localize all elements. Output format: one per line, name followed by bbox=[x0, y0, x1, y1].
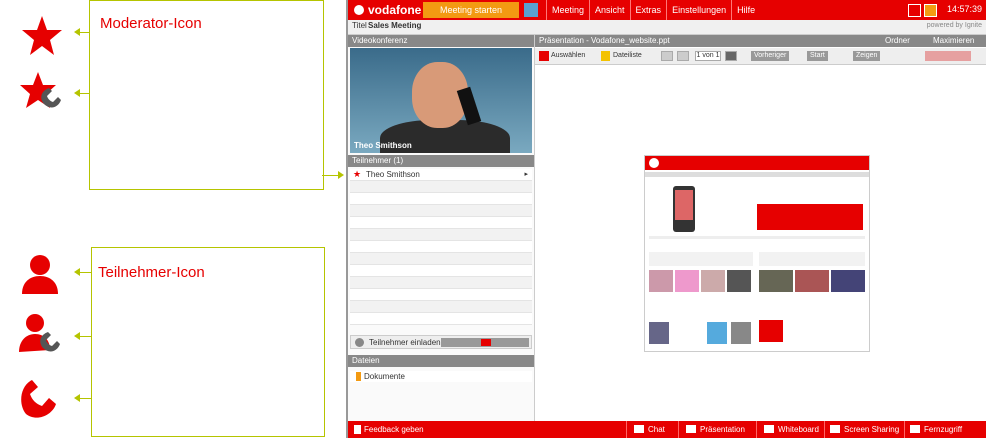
file-name: Dokumente bbox=[364, 372, 405, 381]
whiteboard-icon bbox=[764, 425, 774, 433]
empty-row bbox=[350, 193, 532, 205]
whiteboard-button[interactable]: Whiteboard bbox=[778, 424, 819, 435]
feedback-icon bbox=[354, 425, 361, 434]
screen-sharing-icon bbox=[830, 425, 840, 433]
menu-item-extras[interactable]: Extras bbox=[629, 0, 667, 20]
powered-by-label: powered by Ignite bbox=[926, 22, 982, 29]
file-list-button[interactable]: Dateiliste bbox=[613, 51, 642, 61]
window-icon[interactable] bbox=[908, 4, 921, 17]
empty-row bbox=[350, 181, 532, 193]
bottom-bar: Feedback geben Chat Präsentation Whitebo… bbox=[348, 421, 986, 438]
video-caption: Theo Smithson bbox=[354, 141, 412, 150]
presentation-title: Präsentation - Vodafone_website.ppt bbox=[539, 36, 670, 45]
presentation-button[interactable]: Präsentation bbox=[700, 424, 745, 435]
status-icon bbox=[524, 3, 538, 17]
next-page-button[interactable] bbox=[725, 51, 737, 61]
left-panel: Videokonferenz Theo Smithson Teilnehmer … bbox=[348, 35, 535, 421]
menu-item-hilfe[interactable]: Hilfe bbox=[731, 0, 760, 20]
meeting-name: Sales Meeting bbox=[368, 21, 422, 30]
folder-button[interactable]: Ordner bbox=[885, 36, 910, 45]
file-list-icon bbox=[601, 51, 610, 61]
empty-row bbox=[350, 313, 532, 325]
main-menu: Meeting Ansicht Extras Einstellungen Hil… bbox=[546, 0, 760, 20]
participants-header: Teilnehmer (1) bbox=[348, 155, 534, 167]
vodafone-logo: vodafone bbox=[354, 3, 421, 17]
remote-access-button[interactable]: Fernzugriff bbox=[924, 424, 962, 435]
participant-person-icon bbox=[18, 252, 62, 296]
select-button[interactable]: Auswählen bbox=[551, 51, 585, 61]
empty-row bbox=[350, 253, 532, 265]
meeting-title-bar: Titel Sales Meeting powered by Ignite bbox=[348, 20, 986, 35]
top-menu-bar: vodafone Meeting starten Meeting Ansicht… bbox=[348, 0, 986, 20]
chat-button[interactable]: Chat bbox=[648, 424, 665, 435]
empty-row bbox=[350, 301, 532, 313]
menu-item-einstellungen[interactable]: Einstellungen bbox=[666, 0, 731, 20]
empty-row bbox=[350, 205, 532, 217]
empty-row bbox=[350, 265, 532, 277]
participant-name: Theo Smithson bbox=[366, 170, 420, 179]
files-header: Dateien bbox=[348, 355, 534, 367]
participant-phone-icon bbox=[18, 312, 62, 356]
invite-participant-bar: Teilnehmer einladen bbox=[350, 335, 532, 349]
empty-row bbox=[350, 289, 532, 301]
feedback-button[interactable]: Feedback geben bbox=[364, 424, 424, 435]
folder-icon bbox=[356, 372, 361, 381]
show-button[interactable]: Zeigen bbox=[853, 51, 881, 61]
select-icon bbox=[539, 51, 549, 61]
moderator-callout-label: Moderator-Icon bbox=[100, 15, 202, 32]
participant-callout-box: Teilnehmer-Icon bbox=[91, 247, 325, 437]
previous-button[interactable]: Vorheriger bbox=[751, 51, 790, 61]
prev-page-button[interactable] bbox=[661, 51, 673, 61]
video-feed: Theo Smithson bbox=[350, 48, 532, 153]
phone-handset-icon bbox=[18, 376, 62, 420]
chat-icon bbox=[634, 425, 644, 433]
start-button[interactable]: Start bbox=[807, 51, 828, 61]
presentation-slide[interactable] bbox=[644, 155, 870, 352]
invite-label: Teilnehmer einladen bbox=[369, 338, 441, 347]
presentation-header: Präsentation - Vodafone_website.ppt Ordn… bbox=[535, 35, 986, 47]
moderator-phone-icon bbox=[20, 70, 64, 114]
participant-callout-label: Teilnehmer-Icon bbox=[98, 264, 205, 281]
empty-row bbox=[350, 241, 532, 253]
moderator-callout-box: Moderator-Icon bbox=[89, 0, 324, 190]
remote-access-icon bbox=[910, 425, 920, 433]
conference-app-window: vodafone Meeting starten Meeting Ansicht… bbox=[346, 0, 986, 438]
clock: 14:57:39 bbox=[946, 4, 982, 14]
presentation-toolbar: Auswählen Dateiliste 1 von 1 Vorheriger … bbox=[535, 48, 986, 65]
screen-sharing-button[interactable]: Screen Sharing bbox=[844, 424, 899, 435]
menu-item-meeting[interactable]: Meeting bbox=[546, 0, 589, 20]
empty-row bbox=[350, 277, 532, 289]
empty-row bbox=[350, 217, 532, 229]
video-header: Videokonferenz bbox=[348, 35, 534, 47]
alert-icon[interactable] bbox=[924, 4, 937, 17]
file-row[interactable]: Dokumente bbox=[350, 371, 532, 382]
invite-input[interactable] bbox=[441, 338, 529, 347]
participant-row[interactable]: ★ Theo Smithson ▸ bbox=[350, 169, 532, 181]
menu-item-ansicht[interactable]: Ansicht bbox=[589, 0, 630, 20]
chevron-right-icon[interactable]: ▸ bbox=[524, 170, 528, 178]
moderator-star-icon: ★ bbox=[353, 169, 362, 179]
first-page-button[interactable] bbox=[677, 51, 689, 61]
start-meeting-button[interactable]: Meeting starten bbox=[423, 2, 519, 18]
add-user-icon bbox=[355, 338, 364, 347]
title-tab-label: Titel bbox=[352, 21, 367, 30]
disabled-button bbox=[925, 51, 971, 61]
page-input[interactable]: 1 von 1 bbox=[695, 51, 721, 61]
maximize-button[interactable]: Maximieren bbox=[933, 36, 974, 45]
presentation-icon bbox=[686, 425, 696, 433]
empty-row bbox=[350, 229, 532, 241]
moderator-star-icon bbox=[20, 14, 64, 58]
